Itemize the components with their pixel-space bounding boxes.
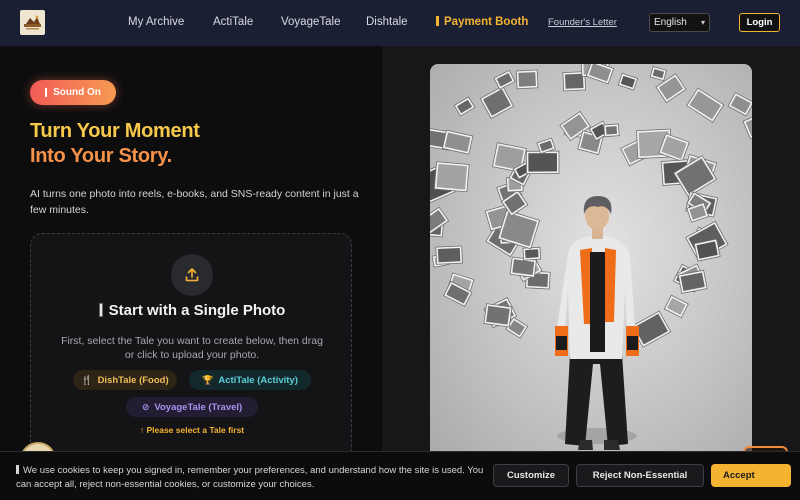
cookie-text-label: We use cookies to keep you signed in, re…	[16, 465, 484, 490]
language-value: English	[654, 17, 687, 28]
chevron-down-icon: ▾	[700, 18, 705, 27]
nav-payment-booth-label: Payment Booth	[444, 16, 529, 28]
chip-voyagetale[interactable]: ⊘ VoyageTale (Travel)	[126, 397, 258, 417]
floating-frame	[742, 111, 752, 140]
chip-actitale[interactable]: 🏆 ActiTale (Activity)	[189, 370, 311, 390]
speaker-icon	[45, 88, 48, 97]
upload-card-title: Start with a Single Photo	[31, 302, 353, 319]
chip-actitale-label: ActiTale (Activity)	[218, 374, 298, 386]
login-button[interactable]: Login	[739, 13, 780, 32]
headline-line2: Into Your Story.	[30, 145, 172, 167]
floating-frame	[603, 123, 620, 138]
floating-frame	[649, 66, 668, 82]
nav-actitale[interactable]: ActiTale	[213, 16, 253, 28]
top-nav: My Archive ActiTale VoyageTale Dishtale …	[0, 0, 800, 46]
floating-frame	[493, 69, 516, 90]
floating-frame	[515, 69, 539, 90]
bar-icon	[16, 465, 19, 474]
chip-dishtale[interactable]: 🍴 DishTale (Food)	[73, 370, 177, 390]
upload-dropzone[interactable]: Start with a Single Photo First, select …	[30, 233, 352, 463]
compass-icon: ⊘	[141, 401, 150, 412]
hero-image	[430, 64, 752, 470]
person-figure	[555, 196, 639, 450]
floating-frame	[727, 92, 752, 117]
logo-icon[interactable]	[20, 10, 45, 35]
floating-frame	[435, 245, 463, 265]
floating-frame	[483, 303, 513, 328]
floating-frame	[617, 72, 639, 91]
cookie-accept-button[interactable]: Accept	[711, 464, 791, 487]
chip-voyagetale-label: VoyageTale (Travel)	[154, 401, 243, 413]
floating-frame	[663, 294, 689, 319]
cookie-reject-button[interactable]: Reject Non-Essential	[576, 464, 704, 487]
nav-founders-letter[interactable]: Founder's Letter	[548, 17, 617, 28]
cookie-text: We use cookies to keep you signed in, re…	[16, 464, 486, 492]
cookie-customize-button[interactable]: Customize	[493, 464, 569, 487]
upload-card-description: First, select the Tale you want to creat…	[61, 335, 323, 361]
sound-on-label: Sound On	[53, 87, 101, 98]
chip-dishtale-label: DishTale (Food)	[97, 374, 169, 386]
floating-frame	[433, 161, 470, 193]
bar-icon	[98, 303, 103, 317]
floating-frame	[479, 85, 515, 119]
floating-frame	[686, 87, 725, 123]
language-select[interactable]: English ▾	[649, 13, 710, 32]
floating-frame	[585, 64, 615, 85]
floating-frame	[525, 150, 560, 175]
nav-dishtale[interactable]: Dishtale	[366, 16, 408, 28]
nav-my-archive[interactable]: My Archive	[128, 16, 184, 28]
bar-icon	[436, 16, 439, 26]
upload-icon[interactable]	[171, 254, 213, 296]
select-tale-hint: ↑ Please select a Tale first	[139, 425, 245, 435]
floating-frame	[453, 96, 476, 117]
floating-frame	[441, 129, 474, 155]
sound-on-button[interactable]: Sound On	[30, 80, 116, 105]
nav-voyagetale[interactable]: VoyageTale	[281, 16, 340, 28]
headline-line1: Turn Your Moment	[30, 120, 200, 142]
page: My Archive ActiTale VoyageTale Dishtale …	[0, 0, 800, 500]
upload-card-title-label: Start with a Single Photo	[108, 302, 286, 319]
nav-payment-booth[interactable]: Payment Booth	[436, 16, 528, 28]
trophy-icon: 🏆	[202, 374, 214, 385]
floating-frame	[522, 246, 542, 261]
fork-knife-icon: 🍴	[81, 374, 93, 385]
hero-subtext: AI turns one photo into reels, e-books, …	[30, 188, 359, 216]
